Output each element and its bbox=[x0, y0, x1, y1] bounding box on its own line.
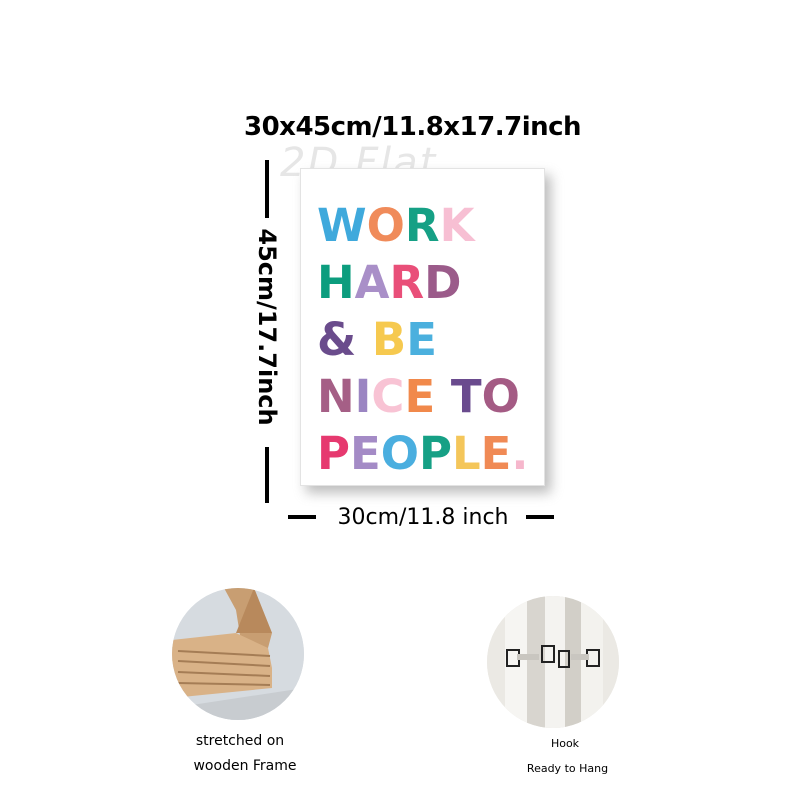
poster-canvas: WORK HARD & BE NICE TO PEOPLE. bbox=[300, 168, 545, 486]
poster-letter: I bbox=[354, 370, 372, 423]
poster-letter: R bbox=[389, 256, 425, 309]
frame-caption-line2: wooden Frame bbox=[193, 758, 297, 774]
poster-letter: D bbox=[424, 256, 462, 309]
poster-letter: . bbox=[511, 427, 529, 480]
poster-letter: O bbox=[366, 199, 405, 252]
poster-letter: L bbox=[451, 427, 481, 480]
hook-detail-photo bbox=[487, 596, 619, 728]
poster-letter: O bbox=[481, 370, 520, 423]
frame-caption-line1: stretched on bbox=[195, 733, 285, 749]
width-line-right bbox=[526, 515, 554, 519]
poster-letter: T bbox=[435, 370, 482, 423]
poster-letter: E bbox=[480, 427, 512, 480]
poster-letter: H bbox=[317, 256, 355, 309]
size-label-bottom: 30cm/11.8 inch bbox=[337, 505, 509, 530]
poster-line: NICE TO bbox=[317, 368, 529, 425]
poster-line: & BE bbox=[317, 311, 529, 368]
poster-letter: E bbox=[349, 427, 381, 480]
hook-caption-line1: Hook bbox=[550, 737, 580, 750]
width-line-left bbox=[288, 515, 316, 519]
poster-letter: R bbox=[404, 199, 440, 252]
poster-letter: E bbox=[406, 313, 437, 366]
poster-letter: P bbox=[419, 427, 452, 480]
poster-letter: C bbox=[371, 370, 405, 423]
wooden-frame-icon bbox=[172, 588, 304, 720]
poster-letter: A bbox=[354, 256, 390, 309]
poster-letter: N bbox=[317, 370, 355, 423]
poster-line: HARD bbox=[317, 254, 529, 311]
hook-icon bbox=[487, 596, 619, 728]
poster-quote: WORK HARD & BE NICE TO PEOPLE. bbox=[317, 197, 529, 482]
size-label-top: 30x45cm/11.8x17.7inch bbox=[244, 112, 582, 142]
height-line-bottom bbox=[265, 447, 269, 503]
poster-line: WORK bbox=[317, 197, 529, 254]
poster-letter: W bbox=[317, 199, 367, 252]
poster-letter: & bbox=[317, 313, 372, 366]
poster-line: PEOPLE. bbox=[317, 425, 529, 482]
frame-detail-photo bbox=[172, 588, 304, 720]
poster-letter: K bbox=[439, 199, 475, 252]
hook-caption-line2: Ready to Hang bbox=[526, 762, 609, 775]
poster-letter: E bbox=[404, 370, 436, 423]
size-label-left: 45cm/17.7inch bbox=[253, 228, 281, 426]
poster-letter: P bbox=[317, 427, 350, 480]
poster-letter: B bbox=[371, 313, 407, 366]
poster-letter: O bbox=[380, 427, 419, 480]
